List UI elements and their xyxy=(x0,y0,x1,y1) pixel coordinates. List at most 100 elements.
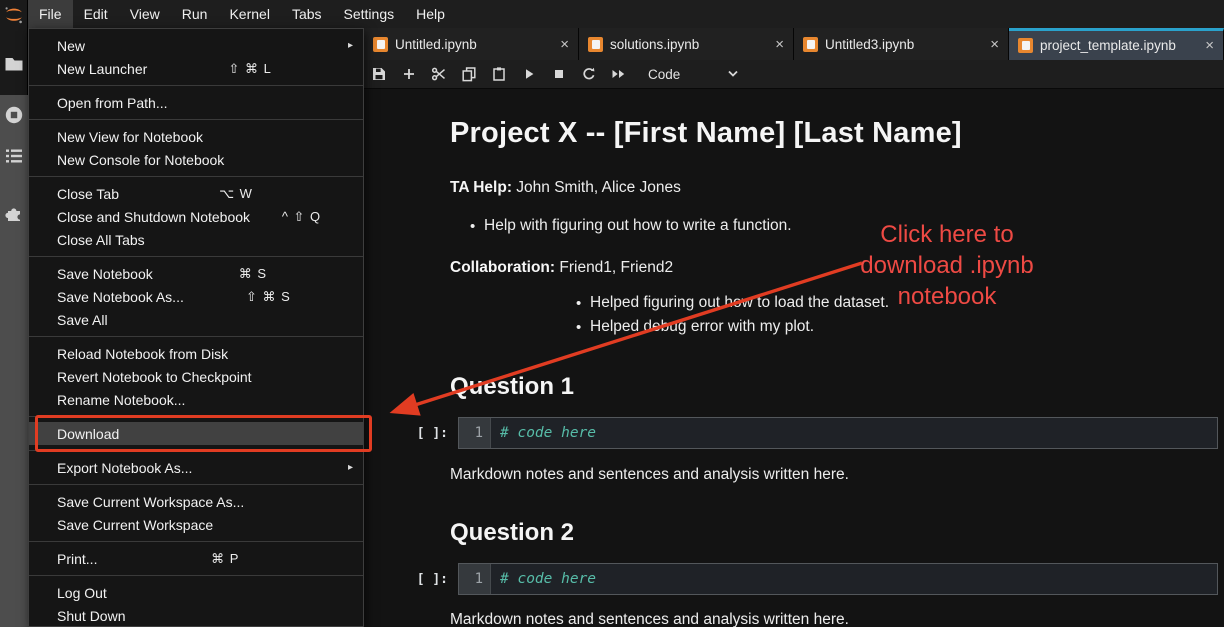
list-item: • Helped debug error with my plot. xyxy=(576,315,1224,339)
menubar-item-label: File xyxy=(39,6,62,22)
menu-item[interactable]: New Launcher ⇧ ⌘ L xyxy=(29,57,363,80)
menu-item[interactable]: Save Current Workspace As... xyxy=(29,490,363,513)
restart-kernel-icon[interactable] xyxy=(574,60,604,88)
menu-item[interactable]: Save Current Workspace xyxy=(29,513,363,536)
annotation-text: Click here to download .ipynb notebook xyxy=(838,219,1056,312)
menu-item[interactable]: Log Out xyxy=(29,581,363,604)
menu-item[interactable]: Close All Tabs xyxy=(29,228,363,251)
tab-close-icon[interactable]: × xyxy=(1205,38,1214,53)
notebook-file-icon xyxy=(1018,38,1033,53)
cut-cell-icon[interactable] xyxy=(424,60,454,88)
tab-label: Untitled.ipynb xyxy=(395,37,477,52)
menu-item[interactable] xyxy=(29,416,363,417)
submenu-arrow-icon: ▸ xyxy=(348,40,353,51)
cell-type-dropdown[interactable]: Code xyxy=(648,67,680,82)
menu-item-label: New Console for Notebook xyxy=(57,152,224,168)
collaboration-label: Collaboration: xyxy=(450,259,555,276)
add-cell-icon[interactable] xyxy=(394,60,424,88)
chevron-down-icon[interactable] xyxy=(726,69,740,79)
menubar-item[interactable]: Run xyxy=(171,0,219,28)
copy-cell-icon[interactable] xyxy=(454,60,484,88)
bullet-icon: • xyxy=(576,295,590,312)
code-comment-text: # code here xyxy=(491,418,596,448)
menu-item-label: Shut Down xyxy=(57,608,125,624)
menu-item-label: Export Notebook As... xyxy=(57,460,192,476)
code-cell-editor[interactable]: 1 # code here xyxy=(458,563,1218,595)
menu-item[interactable]: Shut Down xyxy=(29,604,363,627)
restart-run-all-icon[interactable] xyxy=(604,60,634,88)
menu-item[interactable]: New Console for Notebook xyxy=(29,148,363,171)
line-number: 1 xyxy=(459,418,491,448)
notebook-tab[interactable]: Untitled3.ipynb × xyxy=(794,28,1009,60)
ta-help-line: TA Help: John Smith, Alice Jones xyxy=(450,179,681,197)
menu-item[interactable] xyxy=(29,541,363,542)
menubar-item[interactable]: Settings xyxy=(333,0,406,28)
menubar-item[interactable]: View xyxy=(119,0,171,28)
menu-item-label: Log Out xyxy=(57,585,107,601)
table-of-contents-icon[interactable] xyxy=(0,148,28,164)
code-cell-row-1: [ ]: 1 # code here xyxy=(404,416,1218,450)
menubar-item[interactable]: File xyxy=(28,0,73,28)
notebook-tab[interactable]: project_template.ipynb × xyxy=(1009,28,1224,60)
menu-item[interactable]: Save All xyxy=(29,308,363,331)
menu-item[interactable]: Print... ⌘ P xyxy=(29,547,363,570)
menu-item[interactable]: Close Tab ⌥ W xyxy=(29,182,363,205)
menu-item[interactable] xyxy=(29,119,363,120)
menu-item[interactable]: Save Notebook As... ⇧ ⌘ S xyxy=(29,285,363,308)
menu-item-label: Close Tab xyxy=(57,186,119,202)
menu-item-shortcut: ⇧ ⌘ L xyxy=(228,61,271,77)
menu-item[interactable] xyxy=(29,256,363,257)
menu-item[interactable]: Download xyxy=(29,422,363,445)
tab-close-icon[interactable]: × xyxy=(990,37,999,52)
run-cell-icon[interactable] xyxy=(514,60,544,88)
notebook-tab[interactable]: Untitled.ipynb × xyxy=(364,28,579,60)
menu-item[interactable]: Open from Path... xyxy=(29,91,363,114)
menu-item[interactable]: New View for Notebook xyxy=(29,125,363,148)
menubar-item-label: Help xyxy=(416,6,445,22)
notebook-tab[interactable]: solutions.ipynb × xyxy=(579,28,794,60)
annotation-line: Click here to xyxy=(838,219,1056,250)
menubar-item[interactable]: Tabs xyxy=(281,0,333,28)
menu-item[interactable]: Reload Notebook from Disk xyxy=(29,342,363,365)
menu-item-shortcut: ⇧ ⌘ S xyxy=(246,289,291,305)
menu-item[interactable]: Save Notebook ⌘ S xyxy=(29,262,363,285)
collaboration-names: Friend1, Friend2 xyxy=(555,259,673,276)
menu-item-label: Save Current Workspace xyxy=(57,517,213,533)
menu-item-label: Download xyxy=(57,426,119,442)
menu-item[interactable] xyxy=(29,575,363,576)
save-icon[interactable] xyxy=(364,60,394,88)
menu-item[interactable]: Revert Notebook to Checkpoint xyxy=(29,365,363,388)
menu-item[interactable] xyxy=(29,85,363,86)
menu-item[interactable]: New ▸ xyxy=(29,34,363,57)
menu-item[interactable] xyxy=(29,336,363,337)
tab-close-icon[interactable]: × xyxy=(560,37,569,52)
tab-label: solutions.ipynb xyxy=(610,37,699,52)
menu-item[interactable]: Close and Shutdown Notebook ^ ⇧ Q xyxy=(29,205,363,228)
extensions-puzzle-icon[interactable] xyxy=(0,203,28,223)
cell-input-prompt: [ ]: xyxy=(404,572,448,587)
menubar-item[interactable]: Edit xyxy=(73,0,119,28)
file-browser-icon[interactable] xyxy=(0,55,28,73)
menu-item[interactable] xyxy=(29,484,363,485)
collab-bullet-list: • Helped figuring out how to load the da… xyxy=(364,291,1224,339)
stop-kernel-icon[interactable] xyxy=(544,60,574,88)
menu-item[interactable]: Export Notebook As... ▸ xyxy=(29,456,363,479)
menubar-item[interactable]: Kernel xyxy=(218,0,280,28)
code-cell-editor[interactable]: 1 # code here xyxy=(458,417,1218,449)
menu-item[interactable] xyxy=(29,176,363,177)
menu-item-shortcut: ⌘ P xyxy=(211,551,239,567)
line-number: 1 xyxy=(459,564,491,594)
menubar-item-label: View xyxy=(130,6,160,22)
tab-close-icon[interactable]: × xyxy=(775,37,784,52)
menu-item-shortcut: ⌥ W xyxy=(219,186,253,202)
running-kernels-icon[interactable] xyxy=(0,105,28,125)
list-item-text: Helped debug error with my plot. xyxy=(590,318,814,336)
collaboration-line: Collaboration: Friend1, Friend2 xyxy=(450,259,673,277)
paste-cell-icon[interactable] xyxy=(484,60,514,88)
notebook-file-icon xyxy=(803,37,818,52)
menu-item[interactable]: Rename Notebook... xyxy=(29,388,363,411)
menubar-item[interactable]: Help xyxy=(405,0,456,28)
tab-label: Untitled3.ipynb xyxy=(825,37,914,52)
menu-item-label: Reload Notebook from Disk xyxy=(57,346,228,362)
menu-item[interactable] xyxy=(29,450,363,451)
